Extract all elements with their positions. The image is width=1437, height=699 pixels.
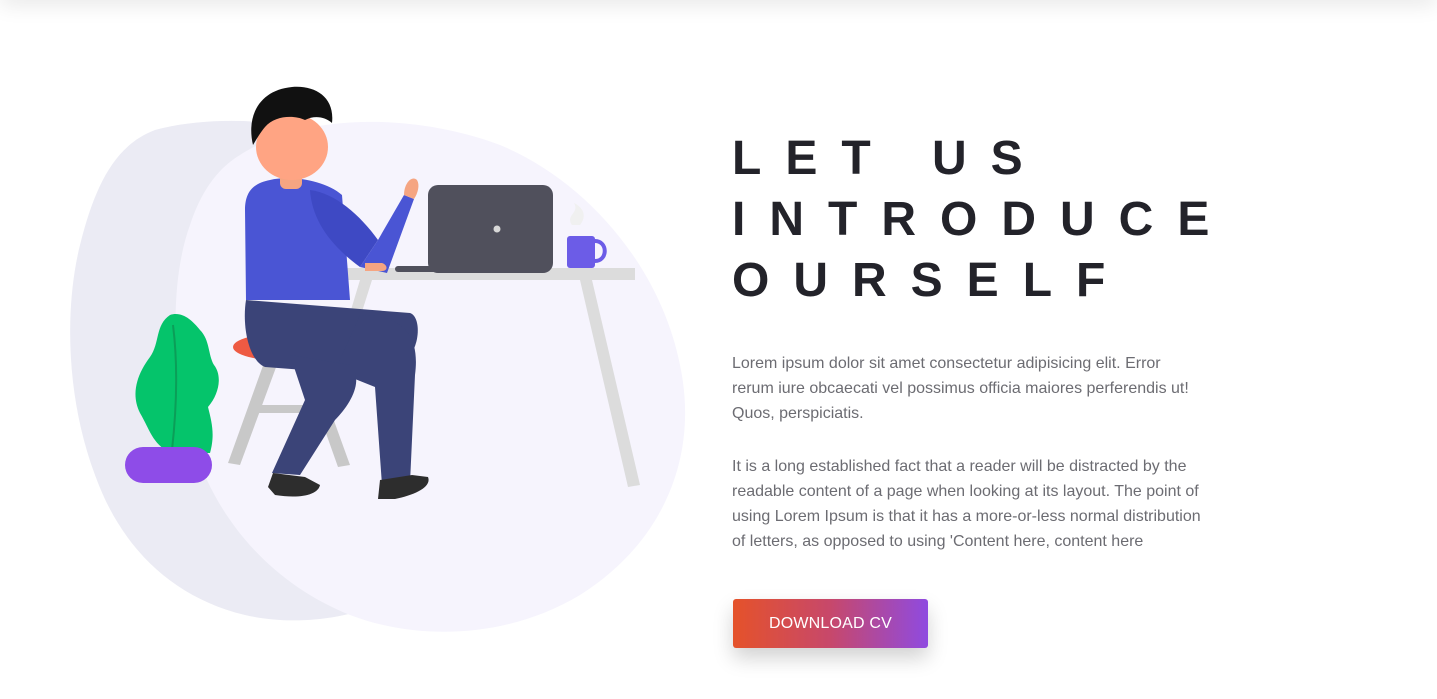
laptop-base [395, 266, 545, 272]
intro-paragraph-2: It is a long established fact that a rea… [732, 458, 1201, 550]
laptop-body [428, 185, 553, 273]
headline-line-1: LET US [732, 132, 1047, 185]
person-at-desk-illustration [70, 86, 686, 632]
plant-pot [125, 447, 212, 483]
person-hand-desk [365, 263, 387, 271]
intro-paragraph-1: Lorem ipsum dolor sit amet consectetur a… [732, 355, 1189, 422]
laptop-logo [493, 225, 501, 233]
headline-line-2: INTRODUCE [732, 193, 1234, 246]
download-cv-button[interactable]: DOWNLOAD CV [733, 599, 928, 648]
hero-content: LET US INTRODUCE OURSELF Lorem ipsum dol… [732, 128, 1212, 554]
hero-headline: LET US INTRODUCE OURSELF [732, 128, 1212, 311]
mug [567, 236, 595, 268]
headline-line-3: OURSELF [732, 254, 1130, 307]
